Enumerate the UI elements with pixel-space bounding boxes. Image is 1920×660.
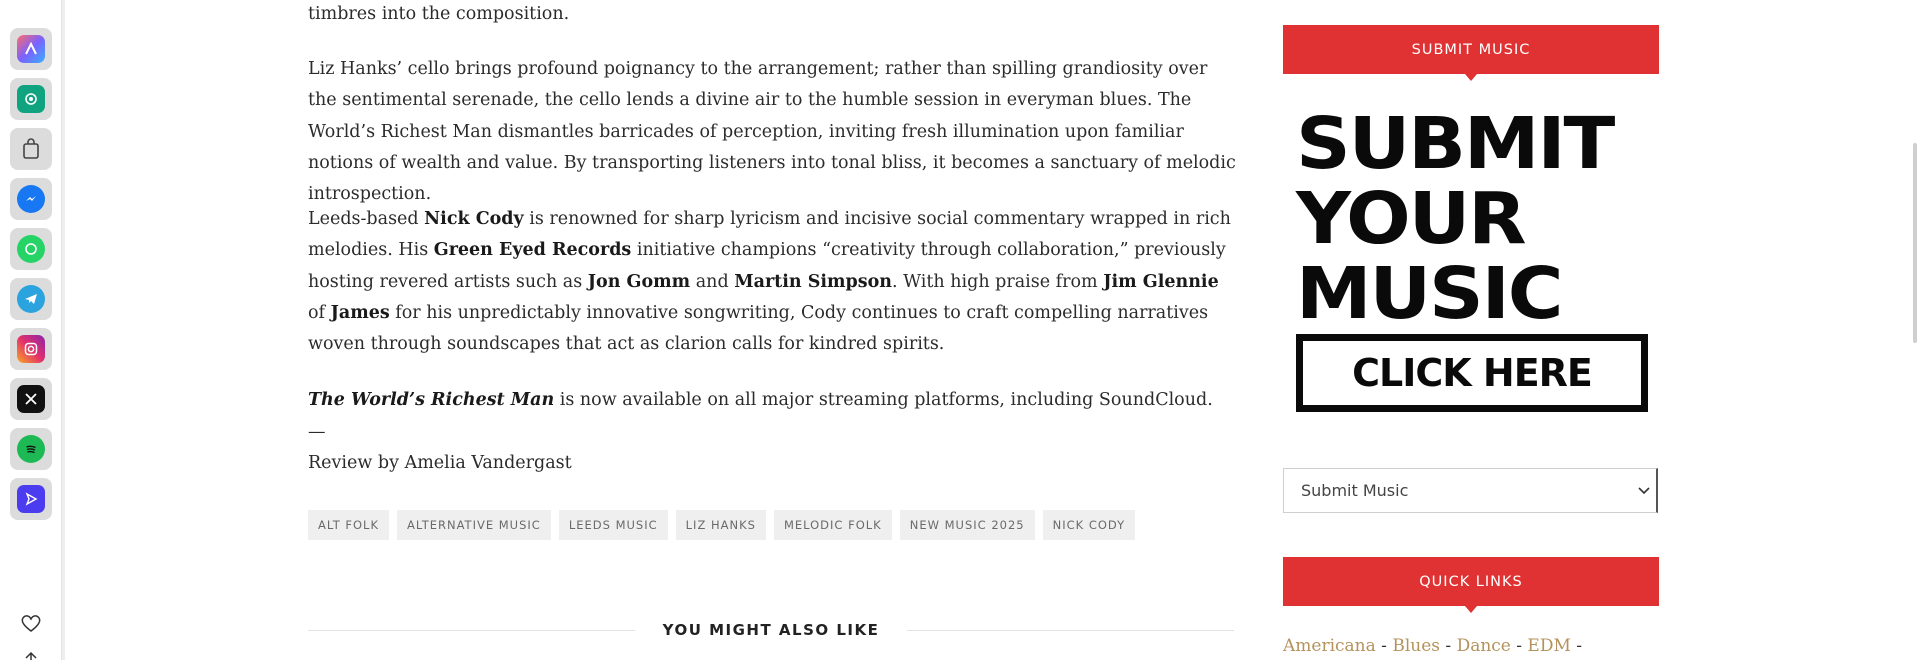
separator: -	[1381, 636, 1387, 656]
submit-music-select[interactable]: Submit Music	[1283, 468, 1658, 513]
paragraph-3: The World’s Richest Man is now available…	[308, 385, 1236, 416]
text: of	[308, 302, 331, 323]
ad-line-1: SUBMIT	[1296, 102, 1615, 185]
related-heading: YOU MIGHT ALSO LIKE	[308, 620, 1235, 640]
heart-icon[interactable]	[18, 610, 44, 636]
dock-item-spotify[interactable]	[10, 428, 52, 470]
tag-nick-cody[interactable]: NICK CODY	[1042, 510, 1136, 540]
separator: -	[1516, 636, 1523, 656]
text: for his unpredictably innovative songwri…	[308, 302, 1209, 355]
artist-name: Jim Glennie	[1103, 271, 1219, 292]
band-name: James	[330, 302, 390, 323]
separator: -	[1576, 636, 1583, 656]
spotify-icon	[17, 435, 45, 463]
select-value: Submit Music	[1301, 481, 1409, 500]
page-scrollbar[interactable]	[1906, 0, 1920, 660]
dock-item-arc[interactable]	[10, 28, 52, 70]
dock-item-instagram[interactable]	[10, 328, 52, 370]
byline: Review by Amelia Vandergast	[308, 453, 572, 473]
dock-item-x[interactable]	[10, 378, 52, 420]
quick-link-edm[interactable]: EDM	[1527, 636, 1570, 656]
divider	[308, 629, 635, 631]
banner-arrow	[1465, 74, 1477, 81]
label-name: Green Eyed Records	[433, 240, 632, 261]
dock-item-chatgpt[interactable]	[10, 78, 52, 120]
release-title: The World’s Richest Man	[308, 390, 555, 410]
dock-item-send[interactable]	[10, 478, 52, 520]
paragraph-2: Leeds-based Nick Cody is renowned for sh…	[308, 204, 1236, 360]
dash-separator: —	[308, 422, 326, 442]
artist-name: Martin Simpson	[734, 271, 892, 292]
dock-item-whatsapp[interactable]	[10, 228, 52, 270]
click-here-label: CLICK HERE	[1352, 351, 1593, 395]
artist-name: Nick Cody	[424, 209, 524, 229]
shopping-bag-icon	[17, 135, 45, 163]
separator: -	[1445, 636, 1452, 656]
banner-label: SUBMIT MUSIC	[1411, 41, 1531, 58]
dock-item-telegram[interactable]	[10, 278, 52, 320]
share-icon[interactable]	[18, 648, 44, 660]
divider	[907, 629, 1235, 631]
ad-line-2: YOUR	[1296, 177, 1527, 260]
banner-label: QUICK LINKS	[1419, 573, 1523, 590]
banner-arrow	[1465, 606, 1477, 613]
dock-item-shopping[interactable]	[10, 128, 52, 170]
text: Leeds-based	[308, 209, 425, 229]
chevron-down-icon	[1638, 486, 1650, 494]
submit-music-banner: SUBMIT MUSIC	[1283, 25, 1659, 81]
paragraph-0: timbres into the composition.	[308, 4, 570, 24]
tag-liz-hanks[interactable]: LIZ HANKS	[675, 510, 766, 540]
quick-link-blues[interactable]: Blues	[1392, 636, 1440, 656]
text: is now available on all major streaming …	[554, 390, 1213, 410]
quick-link-dance[interactable]: Dance	[1457, 636, 1511, 656]
text: and	[690, 271, 735, 292]
quick-link-americana[interactable]: Americana	[1283, 636, 1376, 656]
instagram-icon	[17, 335, 45, 363]
scrollbar-thumb[interactable]	[1913, 143, 1917, 343]
tag-alternative-music[interactable]: ALTERNATIVE MUSIC	[397, 510, 551, 540]
tag-list: ALT FOLK ALTERNATIVE MUSIC LEEDS MUSIC L…	[308, 510, 1136, 540]
dock-item-messenger[interactable]	[10, 178, 52, 220]
arc-app-icon	[17, 35, 45, 63]
send-app-icon	[17, 485, 45, 513]
tag-new-music-2025[interactable]: NEW MUSIC 2025	[899, 510, 1035, 540]
dock-edge	[62, 0, 65, 660]
whatsapp-icon	[17, 235, 45, 263]
text: . With high praise from	[892, 271, 1104, 292]
chatgpt-icon	[17, 85, 45, 113]
app-dock	[0, 0, 62, 660]
submit-your-music-ad[interactable]: SUBMIT YOUR MUSIC CLICK HERE	[1296, 106, 1652, 412]
ad-line-3: MUSIC	[1296, 252, 1563, 335]
click-here-button[interactable]: CLICK HERE	[1296, 334, 1648, 412]
quick-links: Americana - Blues - Dance - EDM -	[1283, 636, 1582, 656]
tag-alt-folk[interactable]: ALT FOLK	[308, 510, 389, 540]
tag-leeds-music[interactable]: LEEDS MUSIC	[558, 510, 668, 540]
quick-links-banner: QUICK LINKS	[1283, 557, 1659, 613]
paragraph-1: Liz Hanks’ cello brings profound poignan…	[308, 59, 1236, 205]
x-icon	[17, 385, 45, 413]
artist-name: Jon Gomm	[587, 271, 691, 292]
telegram-icon	[17, 285, 45, 313]
tag-melodic-folk[interactable]: MELODIC FOLK	[773, 510, 892, 540]
related-heading-label: YOU MIGHT ALSO LIKE	[662, 621, 880, 639]
messenger-icon	[17, 185, 45, 213]
